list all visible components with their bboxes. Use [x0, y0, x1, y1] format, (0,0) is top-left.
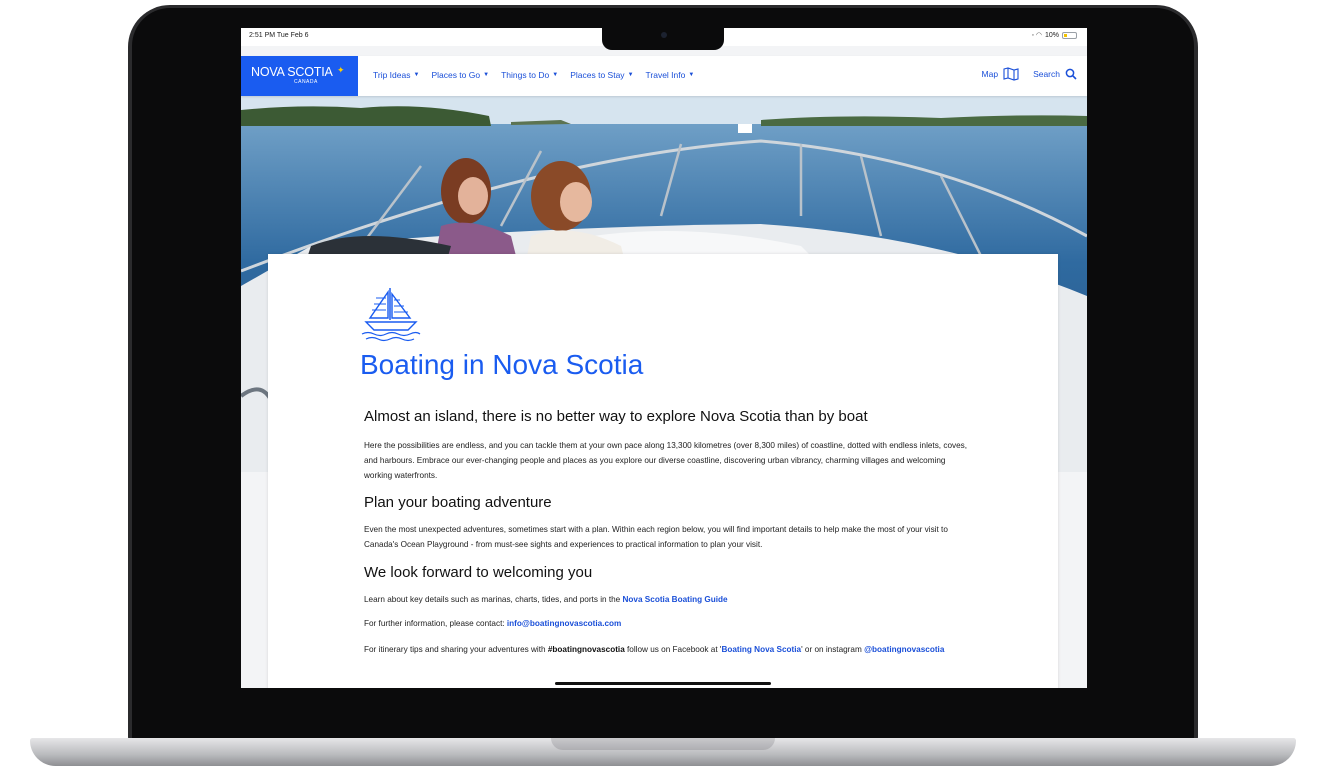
- guide-text: Learn about key details such as marinas,…: [364, 595, 623, 604]
- nav-item-travel-info[interactable]: Travel Info ▼: [646, 70, 695, 80]
- nav-item-label: Trip Ideas: [373, 70, 411, 80]
- logo-title: NOVA SCOTIA: [251, 65, 333, 79]
- social-text: For itinerary tips and sharing your adve…: [364, 645, 548, 654]
- section-body-intro: Here the possibilities are endless, and …: [364, 441, 968, 480]
- nav-item-label: Things to Do: [501, 70, 550, 80]
- nav-item-label: Places to Go: [431, 70, 481, 80]
- instagram-link[interactable]: @boatingnovascotia: [864, 645, 944, 654]
- nav-item-label: Places to Stay: [570, 70, 625, 80]
- section-heading-welcome: We look forward to welcoming you: [364, 564, 593, 581]
- nav-item-things-to-do[interactable]: Things to Do ▼: [501, 70, 558, 80]
- guide-paragraph: Learn about key details such as marinas,…: [364, 592, 974, 607]
- email-link[interactable]: info@boatingnovascotia.com: [507, 619, 621, 628]
- logo-subtitle: CANADA: [294, 79, 318, 85]
- contact-text: For further information, please contact:: [364, 619, 507, 628]
- boating-guide-link[interactable]: Nova Scotia Boating Guide: [623, 595, 728, 604]
- facebook-link[interactable]: Boating Nova Scotia: [721, 645, 801, 654]
- nav-item-places-to-go[interactable]: Places to Go ▼: [431, 70, 489, 80]
- tablet-screen: 2:51 PM Tue Feb 6 ◦ ◠ 10% NOVA SCOTIA ✦ …: [241, 28, 1087, 688]
- search-button[interactable]: Search: [1033, 68, 1077, 80]
- section-heading-intro: Almost an island, there is no better way…: [364, 408, 868, 425]
- camera-notch: [602, 27, 724, 50]
- social-text: follow us on Facebook at ': [624, 645, 722, 654]
- flag-icon: ✦: [337, 65, 345, 75]
- signal-icon: ◦ ◠: [1031, 32, 1042, 39]
- map-button[interactable]: Map: [982, 67, 1020, 81]
- main-nav: Trip Ideas ▼ Places to Go ▼ Things to Do ▼ …: [373, 70, 694, 80]
- status-indicators: ◦ ◠ 10%: [1031, 31, 1077, 39]
- laptop-opening-notch: [551, 738, 775, 750]
- nav-item-trip-ideas[interactable]: Trip Ideas ▼: [373, 70, 419, 80]
- battery-icon: [1062, 31, 1077, 39]
- chevron-down-icon: ▼: [552, 72, 559, 78]
- social-text: ' or on instagram: [801, 645, 865, 654]
- search-label: Search: [1033, 69, 1060, 79]
- camera-icon: [661, 32, 667, 38]
- header-actions: Map Search: [982, 67, 1077, 81]
- section-heading-plan: Plan your boating adventure: [364, 494, 552, 511]
- section-body-plan: Even the most unexpected adventures, som…: [364, 525, 948, 549]
- nova-scotia-logo[interactable]: NOVA SCOTIA ✦ CANADA: [241, 56, 358, 96]
- map-label: Map: [981, 69, 999, 79]
- site-header: NOVA SCOTIA ✦ CANADA Trip Ideas ▼ Places …: [241, 56, 1087, 96]
- search-icon: [1065, 68, 1077, 80]
- social-paragraph: For itinerary tips and sharing your adve…: [364, 642, 984, 657]
- chevron-down-icon: ▼: [413, 72, 420, 78]
- chevron-down-icon: ▼: [483, 72, 490, 78]
- status-time: 2:51 PM Tue Feb 6: [249, 32, 309, 39]
- nav-item-places-to-stay[interactable]: Places to Stay ▼: [570, 70, 633, 80]
- sailboat-icon: [361, 288, 421, 342]
- page-title: Boating in Nova Scotia: [360, 349, 644, 380]
- map-icon: [1003, 67, 1019, 81]
- nav-item-label: Travel Info: [645, 70, 686, 80]
- hashtag: #boatingnovascotia: [547, 645, 625, 654]
- battery-percent: 10%: [1044, 31, 1059, 39]
- content-card: Boating in Nova Scotia Almost an island,…: [268, 254, 1058, 688]
- chevron-down-icon: ▼: [688, 72, 695, 78]
- contact-paragraph: For further information, please contact:…: [364, 616, 974, 631]
- chevron-down-icon: ▼: [627, 72, 634, 78]
- home-indicator[interactable]: [555, 682, 771, 685]
